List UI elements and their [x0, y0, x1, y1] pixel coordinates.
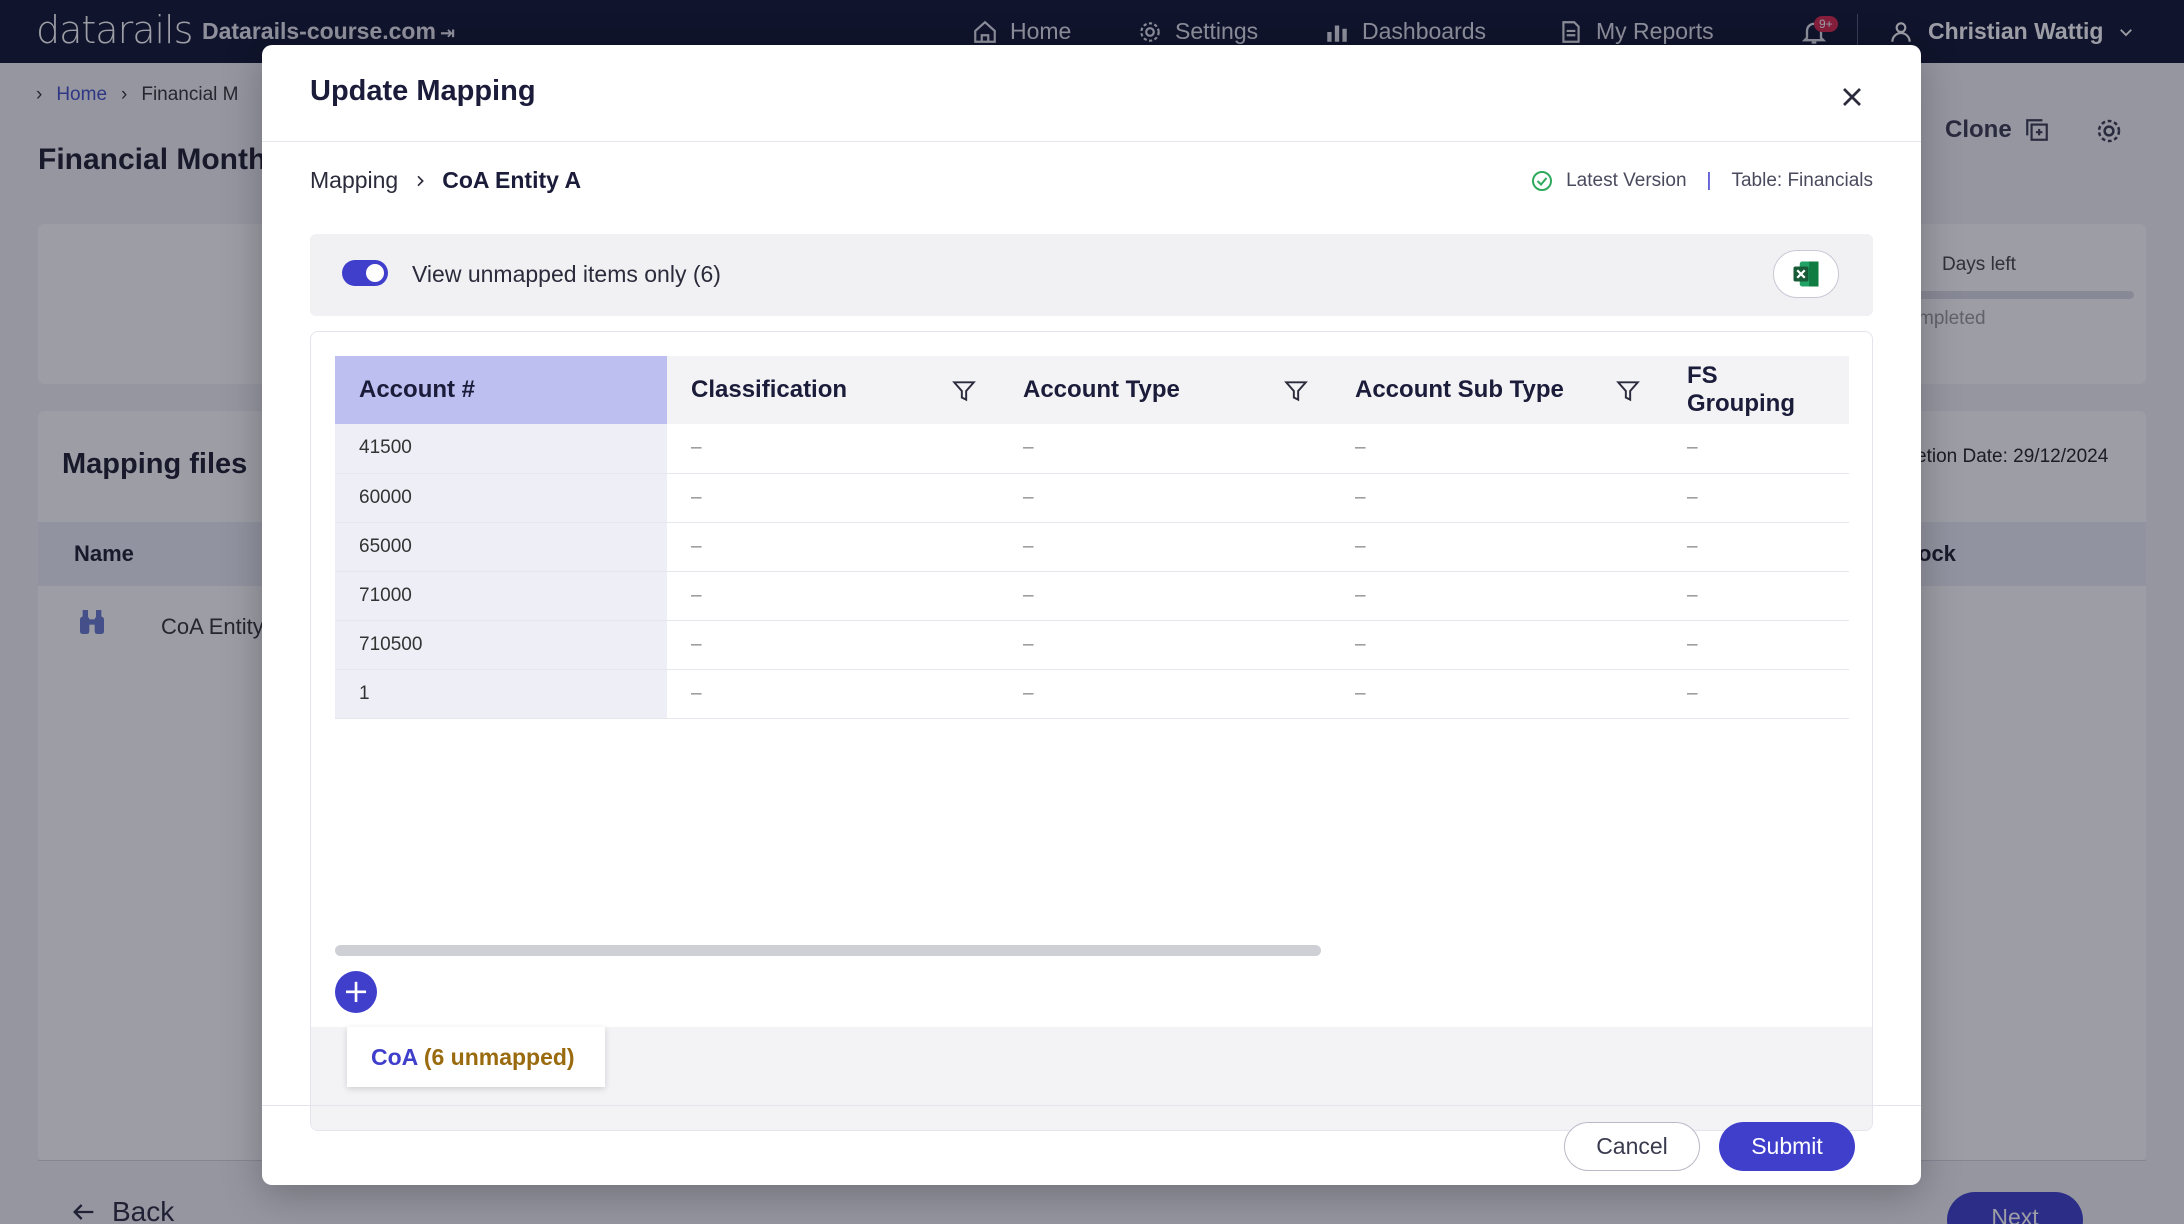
unmapped-only-label: View unmapped items only (6) [412, 261, 721, 287]
fs-grouping-cell[interactable]: – [1663, 620, 1849, 670]
dialog-header-divider [262, 141, 1921, 142]
table-label: Table: Financials [1731, 170, 1873, 191]
classification-cell[interactable]: – [667, 669, 999, 719]
fs-grouping-cell[interactable]: – [1663, 473, 1849, 523]
dialog-footer-divider [262, 1105, 1921, 1106]
fs-grouping-cell[interactable]: – [1663, 522, 1849, 572]
column-header-label: Classification [691, 376, 848, 403]
classification-cell[interactable]: – [667, 620, 999, 670]
update-mapping-dialog: Update Mapping Mapping CoA Entity A Late… [262, 45, 1921, 1185]
account-type-cell[interactable]: – [999, 424, 1331, 474]
classification-cell[interactable]: – [667, 571, 999, 621]
latest-version-label: Latest Version [1566, 170, 1687, 191]
table-header-row: Account # Classification Account Type Ac… [335, 356, 1849, 424]
sheet-tab-coa[interactable]: CoA (6 unmapped) [347, 1027, 605, 1087]
account-cell[interactable]: 60000 [335, 473, 667, 523]
unmapped-only-toggle[interactable] [342, 260, 388, 286]
account-type-cell[interactable]: – [999, 620, 1331, 670]
breadcrumb-current: CoA Entity A [442, 167, 582, 193]
dialog-breadcrumb: Mapping CoA Entity A [310, 167, 581, 194]
check-circle-icon [1532, 171, 1553, 191]
account-type-cell[interactable]: – [999, 473, 1331, 523]
version-info: Latest Version | Table: Financials [1530, 169, 1873, 193]
mapping-table-card: Account # Classification Account Type Ac… [310, 331, 1873, 1131]
table-row[interactable]: 710500 – – – – [335, 620, 1849, 670]
column-header-account-sub-type[interactable]: Account Sub Type [1331, 356, 1663, 424]
account-cell[interactable]: 41500 [335, 424, 667, 474]
classification-cell[interactable]: – [667, 522, 999, 572]
table-row[interactable]: 71000 – – – – [335, 571, 1849, 621]
column-header-fs-grouping[interactable]: FS Grouping [1663, 356, 1849, 424]
version-separator: | [1706, 170, 1712, 191]
classification-cell[interactable]: – [667, 473, 999, 523]
column-header-label: Account Sub Type [1355, 376, 1564, 403]
column-header-label: FS Grouping [1687, 362, 1795, 417]
breadcrumb-mapping[interactable]: Mapping [310, 167, 398, 194]
sheet-tab-count: (6 unmapped) [423, 1044, 575, 1070]
dialog-title: Update Mapping [310, 75, 536, 107]
account-cell[interactable]: 1 [335, 669, 667, 719]
filter-icon[interactable] [1615, 378, 1641, 404]
column-header-account-type[interactable]: Account Type [999, 356, 1331, 424]
account-cell[interactable]: 710500 [335, 620, 667, 670]
horizontal-scrollbar[interactable] [335, 945, 1321, 956]
table-row[interactable]: 60000 – – – – [335, 473, 1849, 523]
cancel-button[interactable]: Cancel [1564, 1122, 1700, 1171]
account-sub-type-cell[interactable]: – [1331, 620, 1663, 670]
fs-grouping-cell[interactable]: – [1663, 571, 1849, 621]
fs-grouping-cell[interactable]: – [1663, 669, 1849, 719]
account-type-cell[interactable]: – [999, 522, 1331, 572]
excel-icon [1793, 261, 1819, 287]
add-sheet-button[interactable]: + [335, 971, 377, 1013]
table-row[interactable]: 65000 – – – – [335, 522, 1849, 572]
account-sub-type-cell[interactable]: – [1331, 522, 1663, 572]
close-icon[interactable] [1836, 81, 1868, 113]
export-excel-button[interactable] [1773, 250, 1839, 298]
filter-icon[interactable] [951, 378, 977, 404]
chevron-right-icon [417, 175, 425, 186]
classification-cell[interactable]: – [667, 424, 999, 474]
column-header-classification[interactable]: Classification [667, 356, 999, 424]
mapping-table: Account # Classification Account Type Ac… [335, 356, 1849, 719]
account-sub-type-cell[interactable]: – [1331, 473, 1663, 523]
account-cell[interactable]: 65000 [335, 522, 667, 572]
toggle-knob [366, 264, 384, 282]
table-row[interactable]: 41500 – – – – [335, 424, 1849, 474]
account-sub-type-cell[interactable]: – [1331, 571, 1663, 621]
account-type-cell[interactable]: – [999, 669, 1331, 719]
column-header-label: Account Type [1023, 376, 1180, 403]
table-row[interactable]: 1 – – – – [335, 669, 1849, 719]
filter-icon[interactable] [1283, 378, 1309, 404]
column-header-account[interactable]: Account # [335, 356, 667, 424]
submit-button[interactable]: Submit [1719, 1122, 1855, 1171]
column-header-label: Account # [359, 376, 476, 403]
account-type-cell[interactable]: – [999, 571, 1331, 621]
sheet-tab-name: CoA [371, 1044, 418, 1070]
filter-bar: View unmapped items only (6) [310, 234, 1873, 316]
account-sub-type-cell[interactable]: – [1331, 669, 1663, 719]
fs-grouping-cell[interactable]: – [1663, 424, 1849, 474]
account-sub-type-cell[interactable]: – [1331, 424, 1663, 474]
account-cell[interactable]: 71000 [335, 571, 667, 621]
